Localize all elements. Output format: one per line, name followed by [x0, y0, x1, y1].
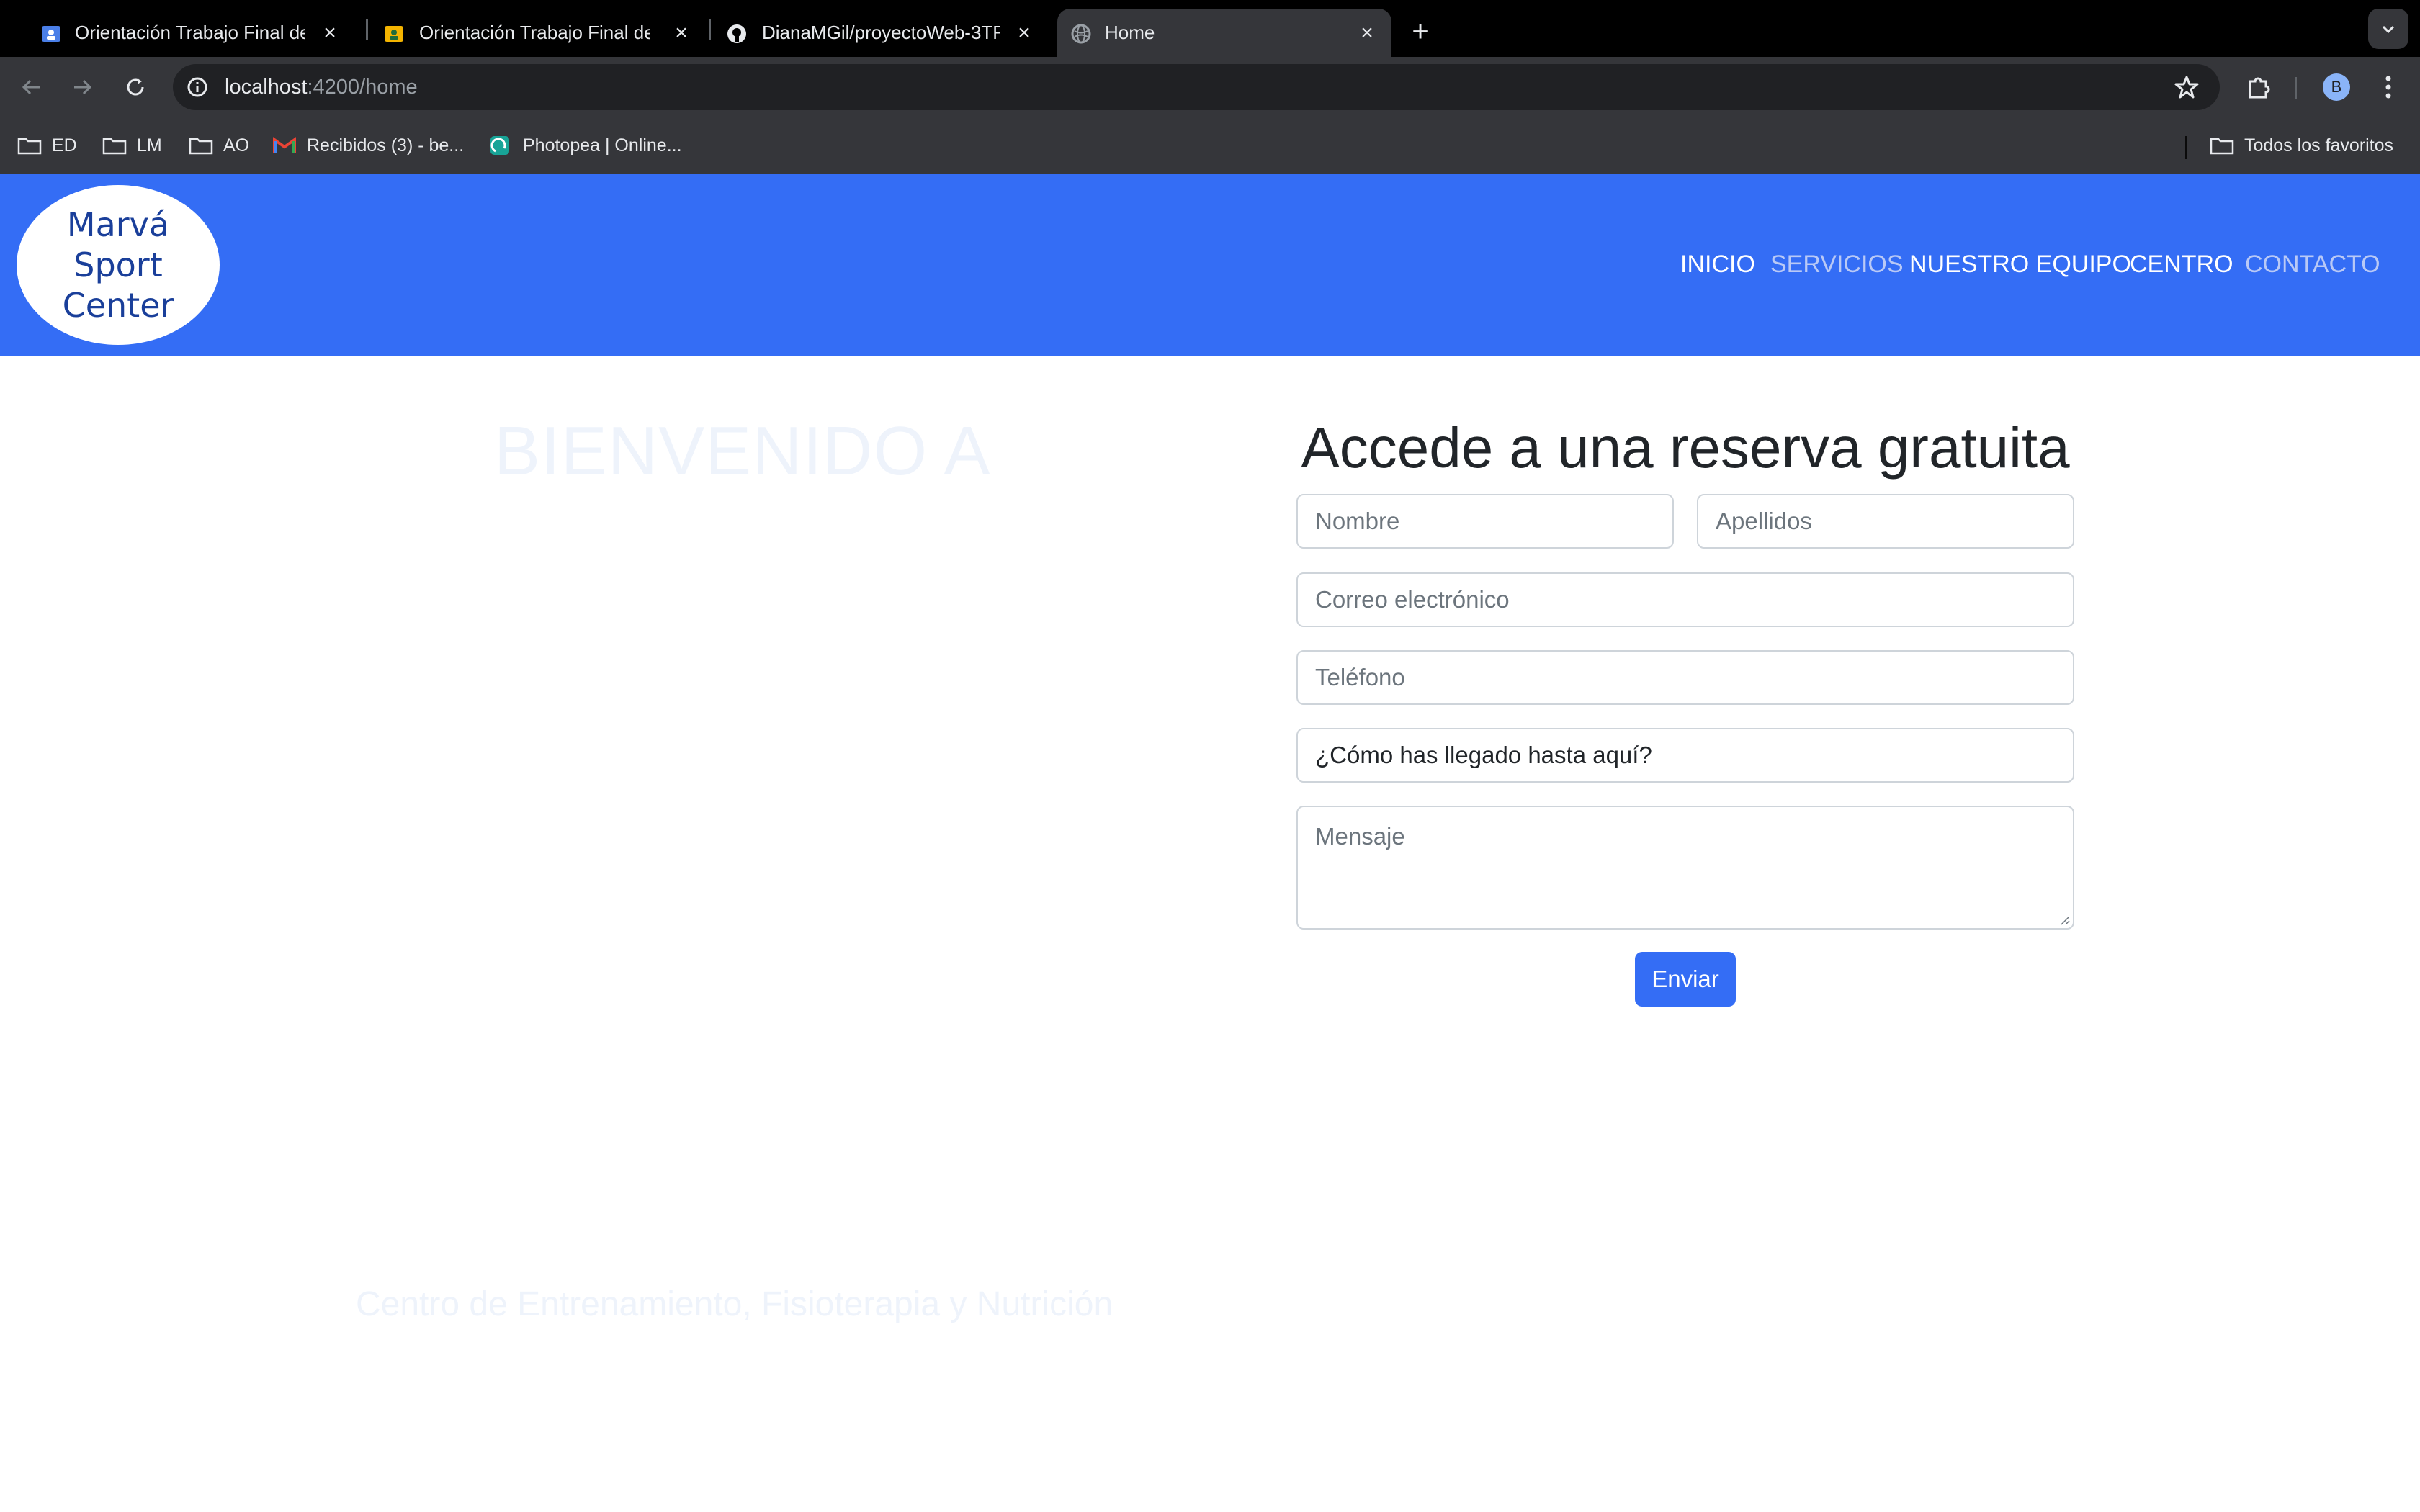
back-button[interactable]	[10, 66, 53, 109]
nav-contacto[interactable]: CONTACTO	[2245, 251, 2380, 279]
close-icon[interactable]: ×	[315, 19, 344, 48]
gmail-icon	[273, 137, 296, 153]
url-text: localhost:4200/home	[225, 76, 418, 99]
photopea-icon	[490, 136, 509, 155]
new-tab-button[interactable]: +	[1400, 12, 1440, 52]
bookmark-label: LM	[137, 135, 162, 156]
field-placeholder: Nombre	[1315, 508, 1400, 534]
github-icon	[727, 24, 746, 43]
nav-inicio[interactable]: INICIO	[1680, 251, 1755, 279]
telefono-field[interactable]: Teléfono	[1296, 650, 2074, 705]
tab-divider	[366, 19, 368, 40]
bookmark-folder-ed[interactable]: ED	[17, 130, 77, 161]
profile-button[interactable]: B	[2315, 66, 2358, 109]
field-placeholder: Teléfono	[1315, 664, 1405, 690]
url-host: localhost	[225, 75, 308, 99]
arrow-right-icon	[74, 79, 92, 95]
puzzle-icon	[2249, 77, 2270, 99]
tab-github[interactable]: DianaMGil/proyectoWeb-3TRI ×	[725, 9, 1049, 57]
close-icon[interactable]: ×	[1353, 19, 1381, 48]
select-value: ¿Cómo has llegado hasta aquí?	[1315, 742, 1652, 768]
field-placeholder: Apellidos	[1716, 508, 1812, 534]
url-path: :4200/home	[307, 75, 418, 99]
folder-icon	[2210, 138, 2234, 155]
logo-line: Marvá	[66, 205, 170, 244]
site-logo[interactable]: Marvá Sport Center	[17, 185, 220, 345]
bookmarks-bar: ED LM AO Recibidos (3) - be... Photopea …	[0, 117, 2420, 174]
folder-icon	[102, 138, 127, 155]
tab-home[interactable]: Home ×	[1057, 9, 1392, 57]
site-info-icon[interactable]	[186, 76, 209, 99]
globe-icon	[1071, 24, 1091, 44]
tab-search-button[interactable]	[2368, 9, 2408, 49]
nav-nuestro-equipo[interactable]: NUESTRO EQUIPO	[1909, 251, 2131, 279]
nombre-field[interactable]: Nombre	[1296, 494, 1674, 549]
mensaje-textarea[interactable]: Mensaje	[1296, 806, 2074, 930]
bookmark-label: ED	[52, 135, 77, 156]
close-icon[interactable]: ×	[1010, 19, 1039, 48]
bookmark-label: Todos los favoritos	[2244, 135, 2394, 156]
arrow-left-icon	[22, 79, 40, 95]
bookmarks-divider	[2185, 136, 2187, 159]
reload-button[interactable]	[114, 66, 157, 109]
welcome-heading: BIENVENIDO A	[494, 413, 991, 490]
field-placeholder: Correo electrónico	[1315, 586, 1510, 613]
browser-menu-button[interactable]	[2367, 66, 2410, 109]
bookmark-gmail[interactable]: Recibidos (3) - be...	[272, 130, 464, 161]
tab-title: Orientación Trabajo Final de 3	[75, 22, 305, 43]
tab-slides[interactable]: Orientación Trabajo Final de 3 ×	[382, 9, 706, 57]
folder-icon	[189, 138, 213, 155]
tab-classroom[interactable]: Orientación Trabajo Final de 3 ×	[37, 9, 354, 57]
resize-handle-icon[interactable]	[2058, 914, 2070, 925]
tab-title: DianaMGil/proyectoWeb-3TRI	[762, 22, 1000, 43]
tab-divider	[709, 19, 711, 40]
chevron-down-icon	[2382, 25, 2395, 34]
logo-line: Sport	[73, 246, 163, 284]
email-field[interactable]: Correo electrónico	[1296, 572, 2074, 627]
bookmark-folder-lm[interactable]: LM	[102, 130, 162, 161]
origen-select[interactable]: ¿Cómo has llegado hasta aquí?	[1296, 728, 2074, 783]
bookmark-star-icon[interactable]	[2174, 74, 2200, 100]
tab-title: Orientación Trabajo Final de 3	[419, 22, 650, 43]
browser-tab-strip: Orientación Trabajo Final de 3 × Orienta…	[0, 0, 2420, 57]
close-icon[interactable]: ×	[667, 19, 696, 48]
tab-title: Home	[1105, 22, 1155, 43]
logo-line: Center	[62, 286, 174, 325]
kebab-menu-icon	[2385, 76, 2391, 99]
forward-button[interactable]	[60, 66, 104, 109]
field-placeholder: Mensaje	[1315, 823, 1405, 850]
all-bookmarks-folder[interactable]: Todos los favoritos	[2210, 130, 2393, 161]
enviar-button[interactable]: Enviar	[1635, 952, 1736, 1007]
bookmark-label: Photopea | Online...	[523, 135, 682, 156]
bookmark-photopea[interactable]: Photopea | Online...	[488, 130, 682, 161]
browser-toolbar: localhost:4200/home B	[0, 57, 2420, 117]
address-bar[interactable]: localhost:4200/home	[173, 64, 2220, 110]
avatar: B	[2323, 73, 2350, 101]
apellidos-field[interactable]: Apellidos	[1697, 494, 2074, 549]
nav-centro[interactable]: CENTRO	[2130, 251, 2233, 279]
toolbar-divider	[2295, 77, 2297, 99]
nav-servicios[interactable]: SERVICIOS	[1770, 251, 1904, 279]
site-header: Marvá Sport Center INICIO SERVICIOS NUES…	[0, 174, 2420, 356]
bookmark-label: AO	[223, 135, 250, 156]
reload-icon	[127, 78, 144, 96]
extensions-button[interactable]	[2237, 66, 2280, 109]
hero-tagline: Centro de Entrenamiento, Fisioterapia y …	[356, 1285, 1113, 1323]
folder-icon	[17, 138, 42, 155]
slides-icon	[385, 26, 403, 42]
bookmark-folder-ao[interactable]: AO	[189, 130, 249, 161]
classroom-icon	[42, 26, 60, 42]
bookmark-label: Recibidos (3) - be...	[307, 135, 465, 156]
form-title: Accede a una reserva gratuita	[1301, 415, 2070, 480]
